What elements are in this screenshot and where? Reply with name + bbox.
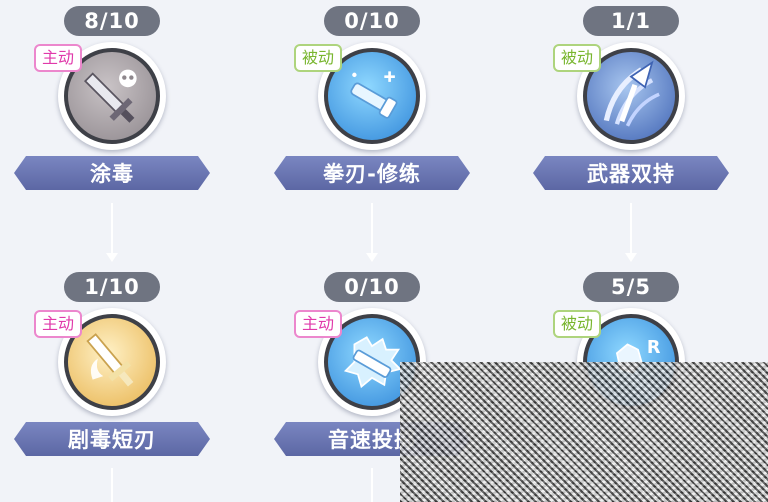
skill-level: 0/10 <box>324 6 420 36</box>
skill-node-dual-wield[interactable]: 1/1 被动 武器双持 <box>531 6 731 206</box>
connector-arrow <box>106 203 118 262</box>
mosaic-overlay <box>400 362 768 502</box>
skill-level: 1/1 <box>583 6 679 36</box>
skill-tree: 8/10 主动 涂毒 0/10 被动 拳刃-修练 1/1 被动 武器双持 1/1… <box>0 0 768 502</box>
connector-arrow <box>625 203 637 262</box>
skill-level: 1/10 <box>64 272 160 302</box>
active-skill-tag: 主动 <box>34 44 83 72</box>
skill-node-poison-coat[interactable]: 8/10 主动 涂毒 <box>12 6 212 206</box>
skill-name-banner: 剧毒短刃 <box>14 422 210 456</box>
skill-name-banner: 拳刃-修练 <box>274 156 470 190</box>
skill-node-toxic-dagger[interactable]: 1/10 主动 剧毒短刃 <box>12 272 212 472</box>
connector-line <box>111 468 113 502</box>
connector-line <box>371 468 373 502</box>
skill-name-banner: 涂毒 <box>14 156 210 190</box>
skill-name-banner: 武器双持 <box>533 156 729 190</box>
skill-level: 5/5 <box>583 272 679 302</box>
skill-node-fist-blade-training[interactable]: 0/10 被动 拳刃-修练 <box>272 6 472 206</box>
svg-text:R: R <box>647 338 661 358</box>
passive-skill-tag: 被动 <box>294 44 343 72</box>
connector-arrow <box>366 203 378 262</box>
active-skill-tag: 主动 <box>34 310 83 338</box>
passive-skill-tag: 被动 <box>553 310 602 338</box>
passive-skill-tag: 被动 <box>553 44 602 72</box>
skill-level: 8/10 <box>64 6 160 36</box>
skill-level: 0/10 <box>324 272 420 302</box>
active-skill-tag: 主动 <box>294 310 343 338</box>
